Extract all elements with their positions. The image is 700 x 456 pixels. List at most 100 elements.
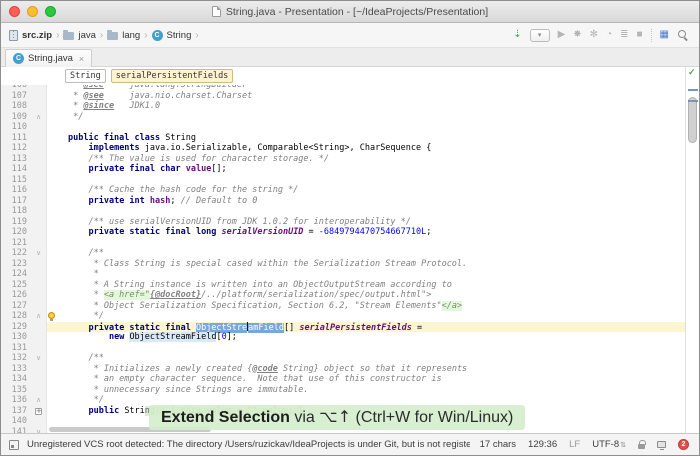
- crumb-java[interactable]: java: [63, 30, 95, 41]
- run-icon[interactable]: ▶: [558, 30, 566, 40]
- code-text[interactable]: private static final long serialVersionU…: [47, 227, 685, 238]
- gutter-cell: [31, 374, 47, 385]
- code-text[interactable]: /** Cache the hash code for the string *…: [47, 185, 685, 196]
- code-text[interactable]: * unnecessary since Strings are immutabl…: [47, 385, 685, 396]
- gutter-cell: ∨: [31, 353, 47, 364]
- code-line: 121: [1, 238, 685, 249]
- vcs-update-icon[interactable]: ⇣: [513, 30, 521, 40]
- code-text[interactable]: * Initializes a newly created {@code Str…: [47, 364, 685, 375]
- gutter-cell: [31, 133, 47, 144]
- code-text[interactable]: *: [47, 269, 685, 280]
- code-text[interactable]: */: [47, 395, 685, 406]
- code-text[interactable]: * A String instance is written into an O…: [47, 280, 685, 291]
- line-number: 140: [1, 416, 31, 427]
- code-text[interactable]: /**: [47, 248, 685, 259]
- code-line: 133 * Initializes a newly created {@code…: [1, 364, 685, 375]
- code-segment: @see: [83, 91, 103, 101]
- code-editor[interactable]: 106 * @see java.lang.StringBuilder107 * …: [1, 85, 685, 433]
- gutter-cell: [31, 175, 47, 186]
- code-text[interactable]: * @see java.nio.charset.Charset: [47, 91, 685, 102]
- code-text[interactable]: [47, 122, 685, 133]
- crumb-src.zip[interactable]: src.zip: [9, 30, 52, 41]
- tool-windows-icon[interactable]: ▦: [660, 30, 669, 40]
- code-text[interactable]: * Object Serialization Specification, Se…: [47, 301, 685, 312]
- code-text[interactable]: private final char value[];: [47, 164, 685, 175]
- tab-string-java[interactable]: C String.java ×: [5, 49, 92, 67]
- encoding-widget[interactable]: UTF-8⇅: [592, 439, 626, 450]
- fold-expand-icon[interactable]: +: [35, 408, 42, 415]
- code-segment: String: [165, 133, 196, 143]
- occurrence-stripe-mark[interactable]: [688, 89, 698, 91]
- line-number: 129: [1, 322, 31, 333]
- code-text[interactable]: * <a href="{@docRoot}/../platform/serial…: [47, 290, 685, 301]
- debug-icon[interactable]: ✸: [573, 30, 581, 40]
- code-text[interactable]: private int hash; // Default to 0: [47, 196, 685, 207]
- code-segment: [68, 217, 88, 227]
- code-line: 132∨ /**: [1, 353, 685, 364]
- application-window: String.java - Presentation - [~/IdeaProj…: [0, 0, 700, 456]
- code-segment: ;: [170, 196, 180, 206]
- intention-bulb-icon[interactable]: [48, 312, 55, 319]
- run-config-dropdown-icon[interactable]: ▾: [530, 29, 550, 42]
- code-text[interactable]: [47, 206, 685, 217]
- rerun-icon[interactable]: ≣: [620, 30, 628, 40]
- title-bar: String.java - Presentation - [~/IdeaProj…: [1, 1, 699, 23]
- vertical-scrollbar-thumb[interactable]: [688, 97, 697, 143]
- coverage-icon[interactable]: ✻: [590, 30, 598, 40]
- code-text[interactable]: /**: [47, 353, 685, 364]
- code-text[interactable]: * an empty character sequence. Note that…: [47, 374, 685, 385]
- code-segment: * Initializes a newly created {: [68, 364, 252, 374]
- code-text[interactable]: * Class String is special cased within t…: [47, 259, 685, 270]
- profiler-icon[interactable]: ◔: [606, 30, 612, 40]
- code-text[interactable]: */: [47, 311, 685, 322]
- code-text[interactable]: [47, 343, 685, 354]
- toast-suffix: (Ctrl+W for Win/Linux): [351, 409, 513, 426]
- chevron-right-icon: ›: [56, 30, 59, 41]
- class-icon: C: [152, 30, 163, 41]
- code-text[interactable]: [47, 175, 685, 186]
- code-segment: * Class String is special cased within t…: [68, 259, 467, 269]
- code-text[interactable]: /** The value is used for character stor…: [47, 154, 685, 165]
- line-number: 121: [1, 238, 31, 249]
- fold-marker-icon[interactable]: ∨: [36, 249, 41, 257]
- code-text[interactable]: * @since JDK1.0: [47, 101, 685, 112]
- fold-marker-icon[interactable]: ∨: [36, 354, 41, 362]
- line-separator-widget[interactable]: LF: [569, 439, 580, 450]
- caret-position-widget[interactable]: 129:36: [528, 439, 557, 450]
- code-text[interactable]: */: [47, 112, 685, 123]
- code-text[interactable]: new ObjectStreamField[0];: [47, 332, 685, 343]
- tab-label: String.java: [28, 53, 73, 64]
- toolwindow-toggle-icon[interactable]: [9, 440, 19, 450]
- line-number: 111: [1, 133, 31, 144]
- crumb-lang[interactable]: lang: [107, 30, 140, 41]
- fold-marker-icon[interactable]: ∧: [36, 312, 41, 320]
- code-text[interactable]: public final class String: [47, 133, 685, 144]
- code-segment: private int: [88, 196, 149, 206]
- fold-marker-icon[interactable]: ∧: [36, 113, 41, 121]
- stop-icon[interactable]: ■: [637, 30, 643, 40]
- crumb-String[interactable]: CString: [152, 30, 192, 41]
- status-message[interactable]: Unregistered VCS root detected: The dire…: [27, 439, 470, 450]
- code-segment: </a>: [442, 301, 462, 311]
- code-text[interactable]: implements java.io.Serializable, Compara…: [47, 143, 685, 154]
- close-tab-icon[interactable]: ×: [79, 54, 84, 64]
- code-text[interactable]: /** use serialVersionUID from JDK 1.0.2 …: [47, 217, 685, 228]
- gutter-cell: [31, 301, 47, 312]
- code-segment: Stri: [124, 406, 144, 416]
- code-text[interactable]: private static final ObjectStreamField[]…: [47, 322, 685, 333]
- highlighting-level-icon[interactable]: [657, 441, 666, 448]
- fold-marker-icon[interactable]: ∧: [36, 396, 41, 404]
- breadcrumb-chip[interactable]: serialPersistentFields: [111, 69, 234, 83]
- search-everywhere-icon[interactable]: [677, 29, 689, 41]
- document-icon: [212, 6, 221, 17]
- code-text[interactable]: [47, 238, 685, 249]
- breadcrumb-chip[interactable]: String: [65, 69, 106, 83]
- notification-badge[interactable]: 2: [678, 439, 689, 450]
- code-segment: *: [68, 269, 99, 279]
- error-stripe[interactable]: ✓: [685, 67, 699, 433]
- breadcrumbs-bar: String serialPersistentFields: [1, 67, 699, 85]
- line-number: 136: [1, 395, 31, 406]
- code-segment: serialPersistentFields: [299, 323, 412, 333]
- lock-icon[interactable]: [638, 444, 645, 449]
- line-number: 112: [1, 143, 31, 154]
